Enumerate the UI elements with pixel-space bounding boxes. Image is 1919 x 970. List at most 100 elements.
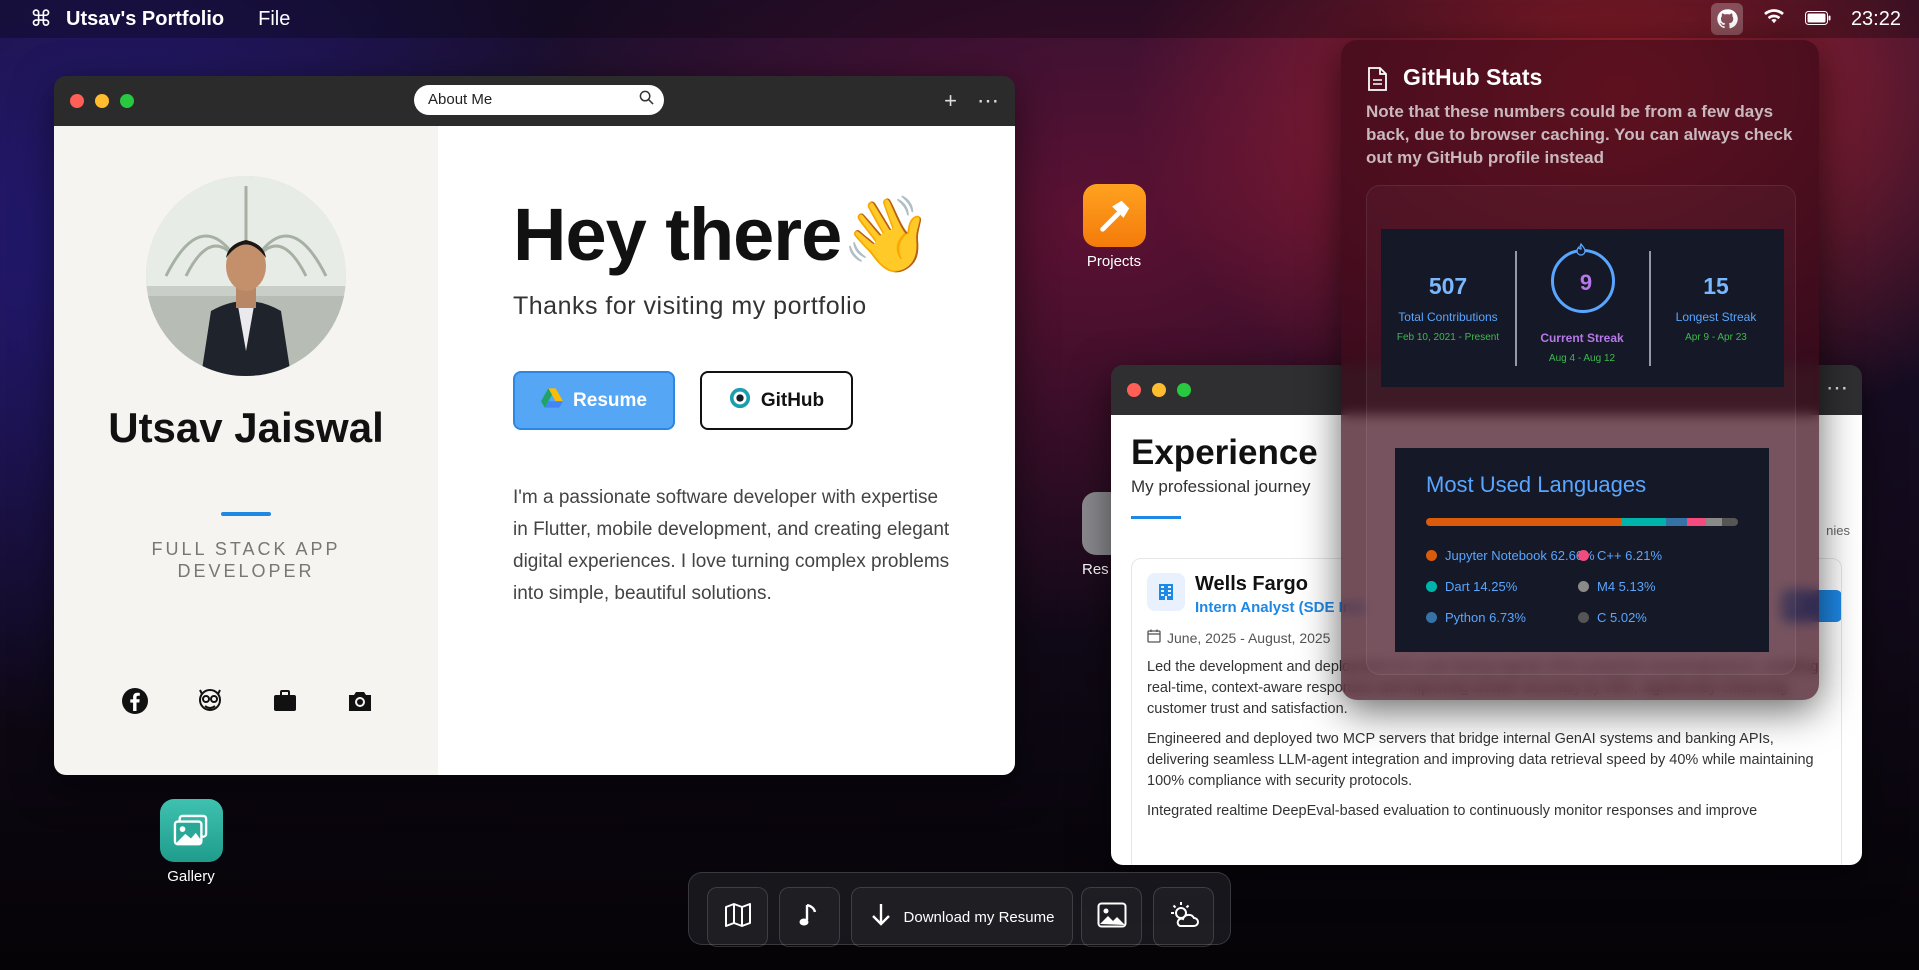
total-contributions-label: Total Contributions (1398, 310, 1498, 324)
language-label: C++ 6.21% (1597, 548, 1663, 563)
job-dates: June, 2025 - August, 2025 (1147, 629, 1330, 646)
longest-streak-label: Longest Streak (1675, 310, 1757, 324)
description-paragraph: Integrated realtime DeepEval-based evalu… (1147, 803, 1758, 819)
minimize-button[interactable] (95, 94, 109, 108)
github-stats-title: GitHub Stats (1403, 64, 1543, 90)
building-icon (1147, 573, 1185, 611)
dock-photos-button[interactable] (1081, 887, 1142, 947)
language-label: M4 5.13% (1597, 579, 1656, 594)
current-streak: 9 Current Streak Aug 4 - Aug 12 (1515, 229, 1649, 387)
projects-label: Projects (1086, 253, 1142, 270)
language-bar-segment (1706, 518, 1723, 526)
language-color-dot (1578, 581, 1589, 592)
wifi-icon[interactable] (1763, 7, 1785, 31)
download-resume-label: Download my Resume (903, 908, 1055, 926)
stats-panel: 507 Total Contributions Feb 10, 2021 - P… (1366, 185, 1796, 675)
title-underline (1131, 516, 1181, 519)
gallery-desktop-icon[interactable]: Gallery (158, 799, 224, 885)
greeting-text: Hey there (513, 193, 842, 276)
language-color-dot (1426, 612, 1437, 623)
hammer-icon (1082, 184, 1146, 247)
maximize-button[interactable] (120, 94, 134, 108)
photos-icon (159, 799, 223, 862)
github-stats-window: GitHub Stats Note that these numbers cou… (1341, 40, 1819, 700)
clock-time: 23:22 (1850, 7, 1901, 30)
language-bar-segment (1426, 518, 1622, 526)
facebook-icon[interactable] (120, 686, 149, 715)
language-label: Jupyter Notebook 62.66% (1445, 548, 1595, 563)
google-drive-icon (541, 387, 564, 414)
search-icon[interactable] (639, 90, 654, 109)
document-icon (1366, 67, 1388, 96)
calendar-icon (1147, 629, 1161, 646)
more-dots-icon[interactable]: ⋯ (977, 88, 999, 114)
battery-icon[interactable] (1804, 8, 1831, 31)
language-bar-segment (1722, 518, 1738, 526)
language-legend-item: Jupyter Notebook 62.66% (1426, 548, 1595, 563)
current-streak-value: 9 (1579, 270, 1593, 295)
gallery-label: Gallery (167, 868, 215, 885)
address-text: About Me (428, 91, 493, 108)
music-note-icon (798, 901, 822, 934)
languages-bar (1426, 518, 1738, 526)
menu-bar: ⌘ Utsav's Portfolio File 23:22 (0, 0, 1919, 38)
company-name: Wells Fargo (1195, 573, 1308, 595)
caching-note: Note that these numbers could be from a … (1366, 102, 1793, 167)
resume-button[interactable]: Resume (513, 371, 675, 430)
profile-panel: Utsav Jaiswal FULL STACK APP DEVELOPER (54, 126, 438, 775)
github-icon[interactable] (1710, 3, 1743, 35)
name-underline (221, 512, 271, 516)
language-label: Python 6.73% (1445, 610, 1526, 625)
command-logo-icon[interactable]: ⌘ (30, 6, 52, 32)
maximize-button[interactable] (1177, 383, 1191, 397)
minimize-button[interactable] (1152, 383, 1166, 397)
language-color-dot (1426, 550, 1437, 561)
resume-label: Resume (573, 389, 647, 411)
projects-desktop-icon[interactable]: Projects (1081, 184, 1147, 270)
more-dots-icon[interactable]: ⋯ (1826, 375, 1848, 401)
language-legend-item: Python 6.73% (1426, 610, 1526, 625)
close-button[interactable] (70, 94, 84, 108)
description-paragraph: Engineered and deployed two MCP servers … (1147, 731, 1814, 789)
weather-sun-cloud-icon (1168, 901, 1200, 934)
new-tab-plus-icon[interactable]: + (944, 88, 957, 114)
avatar (146, 176, 346, 376)
github-button[interactable]: GitHub (700, 371, 853, 430)
image-icon (1097, 902, 1127, 933)
total-contributions: 507 Total Contributions Feb 10, 2021 - P… (1381, 229, 1515, 387)
streak-card: 507 Total Contributions Feb 10, 2021 - P… (1381, 229, 1784, 387)
experience-subtitle: My professional journey (1131, 477, 1311, 496)
close-button[interactable] (1127, 383, 1141, 397)
language-bar-segment (1665, 518, 1687, 526)
camera-icon[interactable] (345, 686, 374, 715)
language-bar-segment (1686, 518, 1707, 526)
language-legend-item: C++ 6.21% (1578, 548, 1662, 563)
truncated-text: nies (1826, 523, 1850, 538)
language-label: Dart 14.25% (1445, 579, 1518, 594)
job-role: Intern Analyst (SDE Inte (1195, 599, 1366, 616)
download-resume-button[interactable]: Download my Resume (851, 887, 1073, 947)
about-titlebar: About Me + ⋯ (54, 76, 1015, 126)
greeting-subtitle: Thanks for visiting my portfolio (513, 292, 867, 320)
app-name[interactable]: Utsav's Portfolio (66, 8, 224, 31)
file-menu[interactable]: File (258, 8, 290, 31)
languages-title: Most Used Languages (1426, 472, 1647, 497)
language-legend-item: C 5.02% (1578, 610, 1647, 625)
total-contributions-range: Feb 10, 2021 - Present (1396, 332, 1500, 343)
profile-name: Utsav Jaiswal (108, 404, 384, 451)
language-legend-item: M4 5.13% (1578, 579, 1656, 594)
language-color-dot (1578, 550, 1589, 561)
about-window: About Me + ⋯ Utsav Jaiswal FULL STACK AP… (54, 76, 1015, 775)
dock-maps-button[interactable] (707, 887, 768, 947)
language-label: C 5.02% (1597, 610, 1647, 625)
resume-desktop-icon[interactable]: Res (1082, 492, 1112, 578)
dock-music-button[interactable] (779, 887, 840, 947)
current-streak-label: Current Streak (1540, 331, 1624, 345)
download-arrow-icon (870, 902, 892, 933)
address-bar[interactable]: About Me (414, 85, 664, 115)
language-color-dot (1578, 612, 1589, 623)
dock-weather-button[interactable] (1153, 887, 1214, 947)
briefcase-icon[interactable] (270, 686, 299, 715)
github-logo-icon (729, 387, 751, 415)
robot-mascot-icon[interactable] (195, 686, 224, 715)
